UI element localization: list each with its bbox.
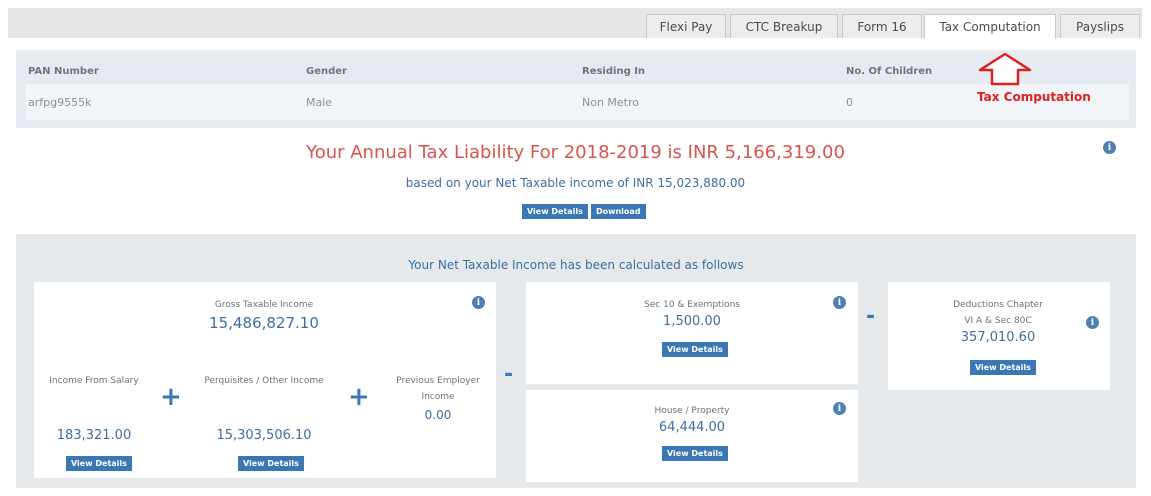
info-icon[interactable]: i <box>1103 141 1116 154</box>
sec10-view-details-button[interactable]: View Details <box>662 342 728 357</box>
house-property-value: 64,444.00 <box>658 420 726 435</box>
gross-income-card: Gross Taxable Income 15,486,827.10 i Inc… <box>34 282 496 478</box>
employee-info-panel: PAN Number Gender Residing In No. Of Chi… <box>16 50 1136 128</box>
house-property-label: House / Property <box>654 406 730 416</box>
salary-value: 183,321.00 <box>56 428 132 443</box>
pan-value: arfpg9555k <box>28 96 92 109</box>
sec10-card: Sec 10 & Exemptions 1,500.00 View Detail… <box>526 282 858 384</box>
children-header: No. Of Children <box>846 66 933 77</box>
calculation-title: Your Net Taxable Income has been calcula… <box>408 258 744 272</box>
gross-income-label: Gross Taxable Income <box>214 300 314 310</box>
tab-tax-computation[interactable]: Tax Computation <box>924 14 1056 39</box>
perquisites-label: Perquisites / Other Income <box>204 376 324 386</box>
residing-header: Residing In <box>582 66 646 77</box>
minus-icon: - <box>504 362 514 387</box>
annotation-arrow-icon <box>978 52 1032 86</box>
info-icon[interactable]: i <box>472 296 485 309</box>
tab-label: Form 16 <box>857 19 907 34</box>
tab-flexi-pay[interactable]: Flexi Pay <box>646 14 726 38</box>
deductions-label: Deductions Chapter <box>953 300 1043 310</box>
house-property-card: House / Property 64,444.00 View Details … <box>526 390 858 482</box>
net-taxable-income-text: based on your Net Taxable income of INR … <box>405 176 746 190</box>
tab-form-16[interactable]: Form 16 <box>842 14 922 38</box>
gross-income-value: 15,486,827.10 <box>209 314 319 332</box>
deductions-value: 357,010.60 <box>960 330 1036 345</box>
prev-employer-value: 0.00 <box>424 408 452 422</box>
prev-employer-label: Previous Employer <box>396 376 480 386</box>
tab-label: Tax Computation <box>939 20 1041 34</box>
tab-bar: Flexi Pay CTC Breakup Form 16 Tax Comput… <box>8 8 1142 39</box>
info-icon[interactable]: i <box>1086 316 1099 329</box>
tab-ctc-breakup[interactable]: CTC Breakup <box>730 14 838 38</box>
download-button[interactable]: Download <box>590 204 646 219</box>
deductions-label-line2: VI A & Sec 80C <box>964 316 1032 326</box>
children-value: 0 <box>846 96 853 109</box>
tab-label: Payslips <box>1076 19 1124 34</box>
sec10-label: Sec 10 & Exemptions <box>644 300 740 310</box>
tax-liability-heading: Your Annual Tax Liability For 2018-2019 … <box>306 142 845 163</box>
perquisites-value: 15,303,506.10 <box>216 428 312 443</box>
residing-value: Non Metro <box>582 96 640 109</box>
perquisites-view-details-button[interactable]: View Details <box>238 456 304 471</box>
tab-payslips[interactable]: Payslips <box>1060 14 1140 38</box>
minus-icon: - <box>866 304 876 329</box>
house-property-view-details-button[interactable]: View Details <box>662 446 728 461</box>
tab-label: CTC Breakup <box>745 19 823 34</box>
salary-label: Income From Salary <box>49 376 139 386</box>
info-icon[interactable]: i <box>833 402 846 415</box>
summary-actions: View Details Download <box>522 204 646 219</box>
employee-info-row: arfpg9555k Male Non Metro 0 <box>26 84 1129 120</box>
gender-header: Gender <box>306 66 347 77</box>
deductions-view-details-button[interactable]: View Details <box>970 360 1036 375</box>
annotation-label: Tax Computation <box>977 90 1091 104</box>
prev-employer-label-line2: Income <box>421 392 455 402</box>
calculation-panel: Your Net Taxable Income has been calcula… <box>16 234 1136 488</box>
plus-icon: + <box>348 382 370 412</box>
pan-header: PAN Number <box>28 66 99 77</box>
gender-value: Male <box>306 96 333 109</box>
info-icon[interactable]: i <box>833 296 846 309</box>
salary-view-details-button[interactable]: View Details <box>66 456 132 471</box>
deductions-card: Deductions Chapter VI A & Sec 80C 357,01… <box>888 282 1110 390</box>
sec10-value: 1,500.00 <box>663 314 721 329</box>
view-details-button[interactable]: View Details <box>522 204 588 219</box>
tab-label: Flexi Pay <box>659 19 713 34</box>
plus-icon: + <box>160 382 182 412</box>
